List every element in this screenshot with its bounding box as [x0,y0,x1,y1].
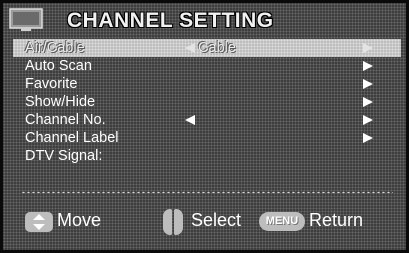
menu-item-label: Auto Scan [25,58,92,74]
menu-item-label: Show/Hide [25,94,96,110]
menu-item-label: Channel No. [25,112,106,128]
page-title: CHANNEL SETTING [67,9,274,32]
channel-settings-list: Air/Cable Cable Auto Scan Favorite Show/… [13,39,401,165]
tv-icon [9,8,43,31]
menu-item-label: DTV Signal: [25,148,103,164]
menu-item-channel-no[interactable]: Channel No. [13,111,401,129]
move-hint: Move [57,210,102,230]
menu-item-channel-label[interactable]: Channel Label [13,129,401,147]
arrow-right-icon[interactable] [363,43,373,53]
osd-footer: Move Select MENU Return [11,199,403,243]
select-hint: Select [191,210,242,230]
up-down-icon [25,212,53,232]
return-hint: Return [309,210,364,230]
arrow-right-icon [363,115,373,125]
osd-header: CHANNEL SETTING [7,3,402,37]
arrow-right-icon [363,133,373,143]
menu-item-auto-scan[interactable]: Auto Scan [13,57,401,75]
arrow-left-icon [185,115,195,125]
menu-item-air-cable[interactable]: Air/Cable Cable [13,39,401,57]
arrow-right-icon [363,79,373,89]
menu-key-icon: MENU [259,212,305,231]
menu-item-label: Channel Label [25,130,119,146]
left-right-icon [163,209,183,235]
menu-item-favorite[interactable]: Favorite [13,75,401,93]
tv-bezel: CHANNEL SETTING Air/Cable Cable Auto Sca… [0,0,409,253]
osd-screen: CHANNEL SETTING Air/Cable Cable Auto Sca… [3,3,406,250]
arrow-right-icon [363,61,373,71]
menu-item-label: Favorite [25,76,78,92]
arrow-right-icon [363,97,373,107]
air-cable-value: Cable [198,40,236,56]
menu-item-show-hide[interactable]: Show/Hide [13,93,401,111]
menu-item-dtv-signal: DTV Signal: [13,147,401,165]
footer-divider [21,191,393,194]
